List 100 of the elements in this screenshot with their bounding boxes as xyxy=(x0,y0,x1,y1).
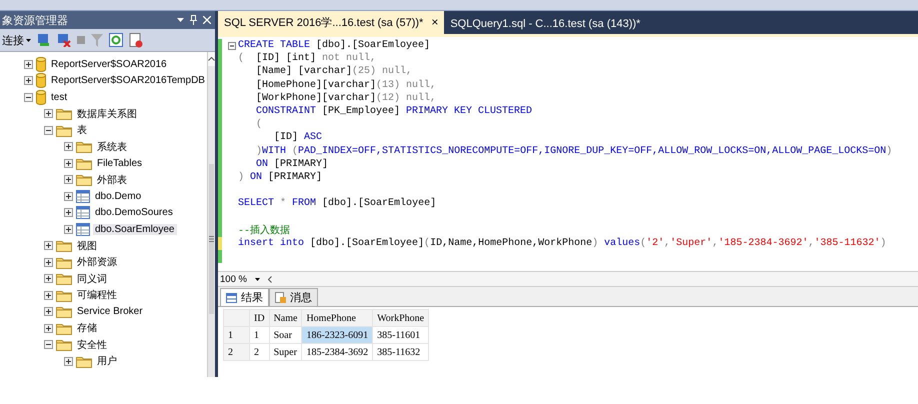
collapse-icon[interactable] xyxy=(44,126,53,135)
disconnect-icon[interactable] xyxy=(57,33,71,47)
caret-icon xyxy=(254,278,260,280)
tree-item[interactable]: 安全性 xyxy=(75,338,109,352)
document-tab[interactable]: SQL SERVER 2016学...16.test (sa (57))* × xyxy=(218,11,444,34)
folder-icon xyxy=(76,156,92,170)
dropdown-icon[interactable] xyxy=(177,18,184,22)
tree-item[interactable]: dbo.SoarEmloyee xyxy=(93,224,176,235)
folder-icon xyxy=(76,173,92,186)
code-line: [HomePhone][varchar](13) null, xyxy=(255,80,436,91)
connect-button[interactable]: 连接 xyxy=(2,32,31,48)
table-icon xyxy=(76,222,90,236)
folder-icon xyxy=(56,107,72,120)
column-header[interactable]: ID xyxy=(250,310,270,326)
grip-icon xyxy=(208,236,214,242)
folder-icon xyxy=(56,256,72,269)
code-line: [Name] [varchar](25) null, xyxy=(255,66,412,78)
folder-icon xyxy=(76,140,92,154)
table-cell[interactable]: Super xyxy=(269,344,302,360)
expand-icon[interactable] xyxy=(44,109,53,118)
folder-icon xyxy=(76,354,92,368)
tree-item[interactable]: 视图 xyxy=(75,238,99,253)
tree-item[interactable]: FileTables xyxy=(95,158,144,169)
tree-item[interactable]: 外部资源 xyxy=(75,255,119,270)
expand-icon[interactable] xyxy=(44,290,53,300)
table-cell[interactable]: 186-2323-6091 xyxy=(302,326,373,344)
tree-item[interactable]: 存储 xyxy=(75,321,99,336)
code-line: [ID] ASC xyxy=(273,132,322,144)
collapse-icon[interactable] xyxy=(24,92,33,102)
code-line: CREATE TABLE [dbo].[SoarEmloyee] xyxy=(238,40,430,52)
table-cell[interactable]: 1 xyxy=(250,326,270,344)
table-cell[interactable]: 185-2384-3692 xyxy=(302,344,373,360)
expand-icon[interactable] xyxy=(64,224,73,234)
grid-icon xyxy=(226,292,237,302)
scrollbar[interactable] xyxy=(206,52,215,377)
code-line: [WorkPhone][varchar](12) null, xyxy=(255,92,436,104)
code-line: ( xyxy=(255,119,262,130)
folder-icon xyxy=(56,322,72,335)
folder-icon xyxy=(56,239,72,252)
tree-item[interactable]: 外部表 xyxy=(95,172,129,187)
code-line: --插入数据 xyxy=(238,224,290,238)
expand-icon[interactable] xyxy=(64,142,73,152)
collapse-icon[interactable] xyxy=(228,42,236,50)
tree-item[interactable]: Service Broker xyxy=(75,306,145,318)
expand-icon[interactable] xyxy=(64,208,73,218)
folder-icon xyxy=(56,305,72,318)
tree-item[interactable]: dbo.DemoSoures xyxy=(93,207,175,218)
close-tab-icon[interactable]: × xyxy=(431,15,438,30)
code-line: ) ON [PRIMARY] xyxy=(238,172,322,183)
expand-icon[interactable] xyxy=(24,60,33,69)
table-cell[interactable]: 2 xyxy=(250,344,270,360)
table-cell[interactable]: 385-11601 xyxy=(372,326,429,344)
row-number[interactable]: 2 xyxy=(224,344,250,360)
result-tab[interactable]: 结果 xyxy=(220,288,269,306)
expand-icon[interactable] xyxy=(44,324,53,333)
close-icon[interactable] xyxy=(203,16,211,24)
code-line: ON [PRIMARY] xyxy=(255,158,328,170)
column-header[interactable]: Name xyxy=(269,310,302,326)
code-line: )WITH (PAD_INDEX=OFF,STATISTICS_NORECOMPUTE=OFF,IGNORE_DUP_KEY=OFF,ALLOW_ROW_LOCKS=ON,ALLOW_PAGE_LOCKS=ON) xyxy=(255,146,892,157)
expand-icon[interactable] xyxy=(44,241,53,250)
tree-item[interactable]: 用户 xyxy=(95,354,119,368)
tree-item[interactable]: 数据库关系图 xyxy=(75,106,139,121)
column-header[interactable]: WorkPhone xyxy=(372,310,429,326)
expand-icon[interactable] xyxy=(44,258,53,267)
expand-icon[interactable] xyxy=(64,356,73,366)
database-icon xyxy=(36,56,46,72)
caret-icon xyxy=(26,38,31,42)
code-line: ( [ID] [int] not null, xyxy=(238,53,376,64)
message-icon xyxy=(275,292,286,303)
expand-icon[interactable] xyxy=(64,192,73,201)
tree-item[interactable]: test xyxy=(49,92,70,103)
document-tab[interactable]: SQLQuery1.sql - C...16.test (sa (143))* xyxy=(444,14,646,34)
tree-item[interactable]: dbo.Demo xyxy=(93,190,144,202)
table-cell[interactable]: 385-11632 xyxy=(372,344,429,360)
zoom-dropdown[interactable]: 100 % xyxy=(218,274,262,284)
expand-icon[interactable] xyxy=(64,175,73,184)
panel-title: 象资源管理器 xyxy=(2,14,69,28)
expand-icon[interactable] xyxy=(24,76,33,86)
scroll-up-icon[interactable] xyxy=(208,57,215,61)
result-tab[interactable]: 消息 xyxy=(269,288,318,306)
folder-icon xyxy=(56,338,72,352)
expand-icon[interactable] xyxy=(44,307,53,316)
scroll-left-icon[interactable] xyxy=(268,276,272,282)
expand-icon[interactable] xyxy=(64,158,73,168)
row-number[interactable]: 1 xyxy=(224,326,250,344)
database-icon xyxy=(36,90,46,105)
tree-item[interactable]: ReportServer$SOAR2016 xyxy=(49,58,169,70)
connect-icon[interactable] xyxy=(37,33,51,47)
column-header[interactable]: HomePhone xyxy=(302,310,373,326)
database-icon xyxy=(36,73,46,88)
tree-item[interactable]: 可编程性 xyxy=(75,288,119,302)
pin-icon[interactable] xyxy=(190,15,197,25)
tree-item[interactable]: ReportServer$SOAR2016TempDB xyxy=(49,75,207,86)
collapse-icon[interactable] xyxy=(44,340,53,350)
tree-item[interactable]: 系统表 xyxy=(95,140,129,154)
report-icon[interactable] xyxy=(129,32,143,48)
tree-item[interactable]: 表 xyxy=(75,123,89,138)
expand-icon[interactable] xyxy=(44,274,53,284)
tree-item[interactable]: 同义词 xyxy=(75,272,109,286)
refresh-icon[interactable] xyxy=(109,33,123,47)
